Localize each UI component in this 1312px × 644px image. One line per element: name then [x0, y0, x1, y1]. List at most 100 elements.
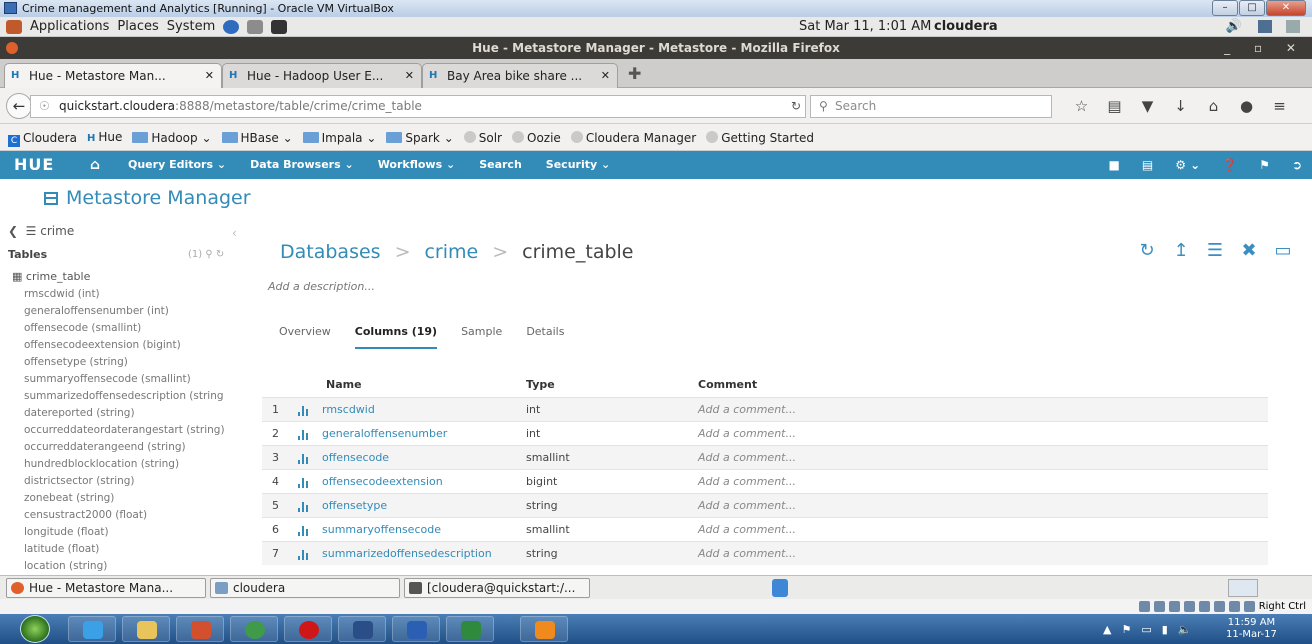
sidebar-column[interactable]: summarizedoffensedescription (string [24, 388, 244, 405]
home-icon[interactable]: ⌂ [1197, 95, 1230, 117]
vlc-button[interactable] [520, 616, 568, 642]
minimize-button[interactable]: – [1212, 0, 1238, 16]
stats-icon[interactable] [298, 550, 310, 560]
sidebar-column[interactable]: longitude (float) [24, 524, 244, 541]
table-row[interactable]: 2 generaloffensenumber int Add a comment... [262, 421, 1268, 445]
nav-data-browsers[interactable]: Data Browsers ⌄ [250, 151, 354, 179]
comment-field[interactable]: Add a comment... [698, 470, 796, 493]
sidebar-column[interactable]: latitude (float) [24, 541, 244, 558]
settings-gear-icon[interactable]: ⚙ ⌄ [1175, 151, 1200, 179]
panel-clock[interactable]: Sat Mar 11, 1:01 AM [799, 17, 931, 37]
sidebar-column[interactable]: generaloffensenumber (int) [24, 303, 244, 320]
chrome-button[interactable] [230, 616, 278, 642]
collapse-icon[interactable]: ‹ [232, 226, 237, 240]
sidebar-column[interactable]: offensecode (smallint) [24, 320, 244, 337]
bookmark-getting-started[interactable]: Getting Started [706, 125, 814, 152]
jobs-icon[interactable]: ▤ [1142, 151, 1153, 179]
menu-icon[interactable]: ≡ [1263, 95, 1296, 117]
sidebar-column[interactable]: datereported (string) [24, 405, 244, 422]
new-tab-icon[interactable]: ✚ [628, 64, 641, 83]
logout-icon[interactable]: ➲ [1292, 151, 1302, 179]
view-file-location-icon[interactable]: ▭ [1272, 240, 1294, 261]
home-icon[interactable]: ⌂ [90, 151, 100, 179]
chat-icon[interactable]: ● [1230, 95, 1263, 117]
sidebar-column[interactable]: rmscdwid (int) [24, 286, 244, 303]
bookmark-oozie[interactable]: Oozie [512, 125, 561, 152]
sidebar-column[interactable]: censustract2000 (float) [24, 507, 244, 524]
sidebar-column[interactable]: hundredblocklocation (string) [24, 456, 244, 473]
sidebar-column[interactable]: offensetype (string) [24, 354, 244, 371]
close-tab-icon[interactable]: ✕ [205, 64, 214, 88]
firefox-launcher-icon[interactable] [223, 20, 240, 34]
column-name-link[interactable]: summarizedoffensedescription [322, 542, 492, 565]
tab-details[interactable]: Details [526, 325, 564, 349]
sidebar-column[interactable]: districtsector (string) [24, 473, 244, 490]
breadcrumb-databases[interactable]: Databases [280, 241, 381, 263]
bookmark-solr[interactable]: Solr [463, 125, 502, 152]
taskbar-firefox[interactable]: Hue - Metastore Mana... [6, 578, 206, 598]
explorer-button[interactable] [122, 616, 170, 642]
downloads-icon[interactable]: ↓ [1164, 95, 1197, 117]
sidebar-tools[interactable]: (1) ⚲ ↻ [188, 249, 224, 260]
bookmark-spark[interactable]: Spark ⌄ [386, 125, 454, 152]
tab-sample[interactable]: Sample [461, 325, 502, 349]
comment-field[interactable]: Add a comment... [698, 422, 796, 445]
nav-search[interactable]: Search [479, 151, 522, 179]
bookmark-hbase[interactable]: HBase ⌄ [221, 125, 293, 152]
sidebar-column[interactable]: zonebeat (string) [24, 490, 244, 507]
taskbar-cloudera[interactable]: cloudera [210, 578, 400, 598]
stats-icon[interactable] [298, 406, 310, 416]
table-row[interactable]: 6 summaryoffensecode smallint Add a comment… [262, 517, 1268, 541]
help-icon[interactable]: ❓ [1222, 151, 1237, 179]
virtualbox-button[interactable] [338, 616, 386, 642]
column-name-link[interactable]: rmscdwid [322, 398, 375, 421]
volume-icon[interactable]: 🔊 [1226, 17, 1242, 37]
column-name-link[interactable]: summaryoffensecode [322, 518, 441, 541]
opera-button[interactable] [284, 616, 332, 642]
url-bar[interactable]: ☉ quickstart.cloudera:8888/metastore/tab… [30, 95, 806, 118]
comment-field[interactable]: Add a comment... [698, 446, 796, 469]
menu-applications[interactable]: Applications [30, 17, 109, 37]
comment-field[interactable]: Add a comment... [698, 518, 796, 541]
table-row[interactable]: 7 summarizedoffensedescription string Add a… [262, 541, 1268, 565]
tab-columns[interactable]: Columns (19) [354, 325, 438, 349]
battery-icon[interactable]: ▭ [1141, 623, 1151, 636]
close-button[interactable]: ✕ [1266, 0, 1306, 16]
settings-launcher-icon[interactable] [247, 20, 264, 34]
table-row[interactable]: 5 offensetype string Add a comment... [262, 493, 1268, 517]
bookmark-hadoop[interactable]: Hadoop ⌄ [132, 125, 212, 152]
close-tab-icon[interactable]: ✕ [601, 64, 610, 88]
column-name-link[interactable]: offensetype [322, 494, 387, 517]
browser-tab-bike[interactable]: H Bay Area bike share ... ✕ [422, 63, 618, 88]
terminal-launcher-icon[interactable] [271, 20, 288, 34]
comment-field[interactable]: Add a comment... [698, 398, 796, 421]
nav-workflows[interactable]: Workflows ⌄ [378, 151, 456, 179]
sidebar-table-item[interactable]: ▦ crime_table [12, 270, 90, 283]
column-name-link[interactable]: generaloffensenumber [322, 422, 447, 445]
stats-icon[interactable] [298, 430, 310, 440]
bookmark-cloudera[interactable]: C Cloudera [8, 125, 77, 152]
reload-icon[interactable]: ↻ [791, 96, 801, 117]
stats-icon[interactable] [298, 454, 310, 464]
flag-icon[interactable]: ⚑ [1121, 623, 1131, 636]
table-row[interactable]: 1 rmscdwid int Add a comment... [262, 397, 1268, 421]
sidebar-column[interactable]: occurreddaterangeend (string) [24, 439, 244, 456]
bookmark-hue[interactable]: H Hue [87, 124, 122, 152]
bookmark-star-icon[interactable]: ☆ [1065, 95, 1098, 117]
sidebar-column[interactable]: occurreddateordaterangestart (string) [24, 422, 244, 439]
start-button[interactable] [20, 615, 50, 643]
taskbar-terminal[interactable]: [cloudera@quickstart:/... [404, 578, 590, 598]
sidebar-column[interactable]: summaryoffensecode (smallint) [24, 371, 244, 388]
column-name-link[interactable]: offensecodeextension [322, 470, 443, 493]
sidebar-column[interactable]: offensecodeextension (bigint) [24, 337, 244, 354]
stats-icon[interactable] [298, 526, 310, 536]
tab-overview[interactable]: Overview [279, 325, 331, 349]
workspace-switcher[interactable] [1228, 579, 1258, 597]
table-row[interactable]: 3 offensecode smallint Add a comment... [262, 445, 1268, 469]
ie-button[interactable] [68, 616, 116, 642]
window-controls[interactable]: _ ▫ ✕ [1224, 37, 1306, 59]
reading-list-icon[interactable]: ▤ [1098, 95, 1131, 117]
user-switch-icon[interactable] [1286, 20, 1300, 33]
sidebar-database[interactable]: ❮ ☰ crime [8, 224, 74, 238]
close-tab-icon[interactable]: ✕ [405, 64, 414, 88]
